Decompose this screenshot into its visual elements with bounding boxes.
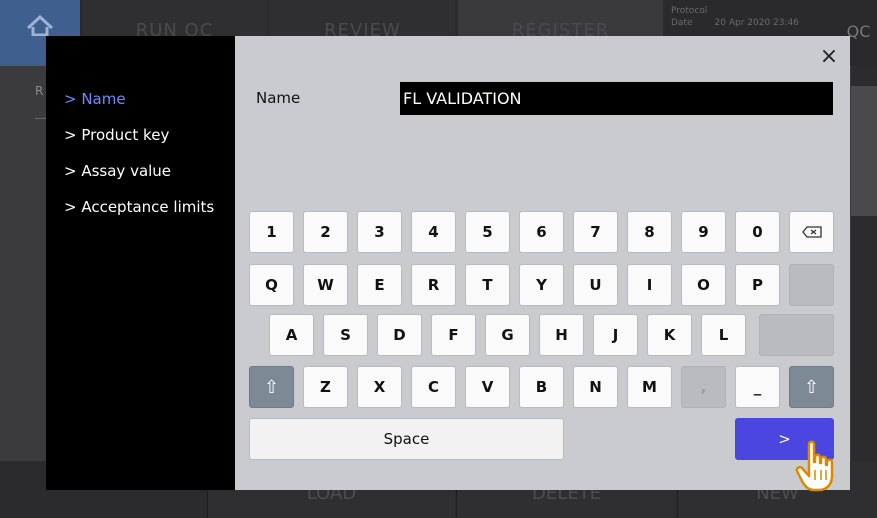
key-p[interactable]: P: [735, 264, 780, 306]
key-v[interactable]: V: [465, 366, 510, 408]
name-entry-dialog: × Name FL VALIDATION 1234567890 QWERTYUIO…: [235, 36, 850, 490]
key-f[interactable]: F: [431, 314, 476, 356]
sidebar-item-acceptance-limits[interactable]: > Acceptance limits: [46, 197, 235, 233]
key-a[interactable]: A: [269, 314, 314, 356]
key-1[interactable]: 1: [249, 211, 294, 253]
key-w[interactable]: W: [303, 264, 348, 306]
blank-key: [789, 264, 834, 306]
key-l[interactable]: L: [701, 314, 746, 356]
key-q[interactable]: Q: [249, 264, 294, 306]
key-u[interactable]: U: [573, 264, 618, 306]
dialog-sidebar: > Name > Product key > Assay value > Acc…: [46, 36, 235, 490]
key-r[interactable]: R: [411, 264, 456, 306]
backspace-icon: [801, 226, 822, 238]
key-e[interactable]: E: [357, 264, 402, 306]
key-d[interactable]: D: [377, 314, 422, 356]
key-g[interactable]: G: [485, 314, 530, 356]
key-c[interactable]: C: [411, 366, 456, 408]
key-s[interactable]: S: [323, 314, 368, 356]
key-h[interactable]: H: [539, 314, 584, 356]
background-text: R: [35, 84, 44, 98]
key-7[interactable]: 7: [573, 211, 618, 253]
backspace-key[interactable]: [789, 211, 834, 253]
key-i[interactable]: I: [627, 264, 672, 306]
blank-key: [759, 314, 834, 356]
comma-key: ,: [681, 366, 726, 408]
name-field-label: Name: [256, 89, 301, 107]
sidebar-item-product-key[interactable]: > Product key: [46, 125, 235, 161]
home-icon: [26, 14, 54, 36]
sidebar-item-assay-value[interactable]: > Assay value: [46, 161, 235, 197]
shift-key-left[interactable]: ⇧: [249, 366, 294, 408]
background-panel: [851, 86, 877, 216]
key-o[interactable]: O: [681, 264, 726, 306]
protocol-label: Protocol: [671, 6, 708, 16]
key-k[interactable]: K: [647, 314, 692, 356]
shift-key-right[interactable]: ⇧: [789, 366, 834, 408]
underscore-key[interactable]: _: [735, 366, 780, 408]
key-j[interactable]: J: [593, 314, 638, 356]
key-m[interactable]: M: [627, 366, 672, 408]
key-5[interactable]: 5: [465, 211, 510, 253]
key-x[interactable]: X: [357, 366, 402, 408]
key-9[interactable]: 9: [681, 211, 726, 253]
date-value: 20 Apr 2020 23:46: [714, 18, 799, 28]
key-t[interactable]: T: [465, 264, 510, 306]
key-3[interactable]: 3: [357, 211, 402, 253]
name-input[interactable]: FL VALIDATION: [400, 82, 833, 115]
key-n[interactable]: N: [573, 366, 618, 408]
key-b[interactable]: B: [519, 366, 564, 408]
key-z[interactable]: Z: [303, 366, 348, 408]
pointer-hand-icon: [795, 440, 834, 492]
key-2[interactable]: 2: [303, 211, 348, 253]
key-0[interactable]: 0: [735, 211, 780, 253]
right-strip: [851, 66, 877, 461]
key-4[interactable]: 4: [411, 211, 456, 253]
space-key[interactable]: Space: [249, 418, 564, 460]
close-button[interactable]: ×: [817, 44, 841, 70]
date-label: Date: [671, 18, 693, 28]
key-6[interactable]: 6: [519, 211, 564, 253]
key-8[interactable]: 8: [627, 211, 672, 253]
key-y[interactable]: Y: [519, 264, 564, 306]
sidebar-item-name[interactable]: > Name: [46, 89, 235, 125]
